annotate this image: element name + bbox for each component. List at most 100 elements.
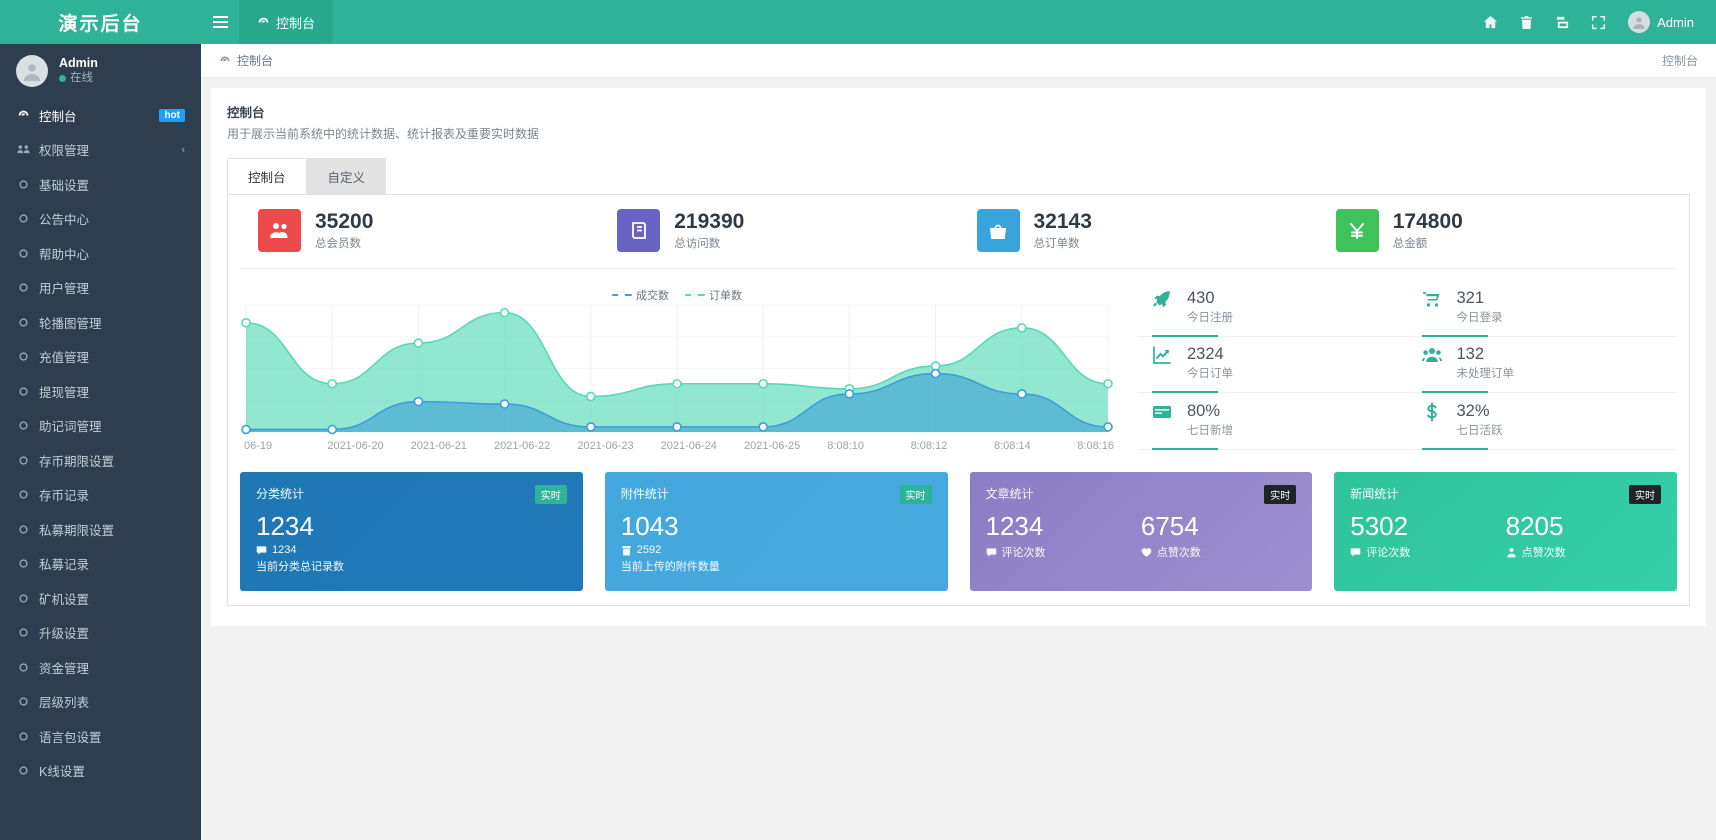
realtime-badge: 实时 — [535, 485, 567, 504]
sidebar-item-12[interactable]: 私募期限设置 — [0, 512, 201, 547]
chart-legend: 成交数订单数 — [240, 287, 1114, 303]
hamburger-icon[interactable] — [201, 0, 239, 44]
sidebar-item-8[interactable]: 提现管理 — [0, 374, 201, 409]
stat-label: 总会员数 — [315, 235, 373, 251]
sidebar-item-18[interactable]: 语言包设置 — [0, 719, 201, 754]
sidebar-item-4[interactable]: 帮助中心 — [0, 236, 201, 271]
users-icon — [258, 209, 301, 252]
tile-values: 10432592当前上传的附件数量 — [621, 508, 932, 574]
ring-icon — [16, 490, 30, 499]
page-description: 用于展示当前系统中的统计数据、统计报表及重要实时数据 — [227, 125, 1690, 142]
tile-subtext: 点赞次数 — [1141, 544, 1296, 560]
sidebar-item-2[interactable]: 基础设置 — [0, 167, 201, 202]
sidebar-item-5[interactable]: 用户管理 — [0, 271, 201, 306]
trend-area-chart[interactable]: 成交数订单数 — [240, 283, 1114, 438]
home-icon[interactable] — [1472, 0, 1508, 44]
dashboard-panel: 控制台 用于展示当前系统中的统计数据、统计报表及重要实时数据 控制台自定义 35… — [211, 88, 1706, 626]
breadcrumb-right-text: 控制台 — [1662, 52, 1698, 69]
tile-values: 12341234当前分类总记录数 — [256, 508, 567, 574]
group-icon — [16, 143, 30, 156]
sidebar-item-9[interactable]: 助记词管理 — [0, 409, 201, 444]
x-tick-label: 2021-06-25 — [744, 440, 827, 452]
sidebar-item-17[interactable]: 层级列表 — [0, 685, 201, 720]
theme-icon[interactable] — [1544, 0, 1580, 44]
bottom-cards-row: 分类统计 实时 12341234当前分类总记录数附件统计实时10432592当前上传… — [240, 472, 1677, 591]
fullscreen-icon[interactable] — [1580, 0, 1616, 44]
stat-tile-2[interactable]: 文章统计实时1234评论次数6754点赞次数 — [970, 472, 1313, 591]
app-logo[interactable]: 演示后台 — [0, 0, 201, 44]
page-title: 控制台 — [227, 102, 1690, 121]
tab-1[interactable]: 自定义 — [307, 158, 387, 194]
tile-sub-label: 评论次数 — [1366, 544, 1410, 560]
ring-icon — [16, 594, 30, 603]
sidebar-item-11[interactable]: 存币记录 — [0, 478, 201, 513]
ring-icon — [16, 249, 30, 258]
sidebar-item-0[interactable]: 控制台hot — [0, 98, 201, 133]
stat-cards-row: 35200总会员数219390总访问数32143总订单数174800总金额 — [240, 209, 1677, 269]
trash-icon[interactable] — [1508, 0, 1544, 44]
top-tab-dashboard[interactable]: 控制台 — [239, 0, 333, 44]
tile-column-0: 12341234当前分类总记录数 — [256, 508, 567, 574]
sidebar-user-name: Admin — [59, 56, 98, 71]
sidebar-item-3[interactable]: 公告中心 — [0, 202, 201, 237]
breadcrumb: 控制台 控制台 — [201, 44, 1716, 78]
kpi-label: 未处理订单 — [1457, 365, 1515, 381]
top-bar: 演示后台 控制台 Admin — [0, 0, 1716, 44]
sidebar-item-1[interactable]: 权限管理 ‹ — [0, 133, 201, 168]
tab-0[interactable]: 控制台 — [227, 158, 307, 194]
sidebar-item-16[interactable]: 资金管理 — [0, 650, 201, 685]
legend-item-1[interactable]: 订单数 — [685, 287, 742, 303]
breadcrumb-text[interactable]: 控制台 — [237, 52, 273, 69]
stat-card-1: 219390总访问数 — [599, 209, 958, 252]
tile-subtext: 1234 — [256, 544, 567, 556]
sidebar-item-10[interactable]: 存币期限设置 — [0, 443, 201, 478]
sidebar-item-19[interactable]: K线设置 — [0, 754, 201, 789]
x-tick-label: 8:08:14 — [994, 440, 1077, 452]
sidebar-item-13[interactable]: 私募记录 — [0, 547, 201, 582]
tile-title: 文章统计 — [986, 485, 1034, 502]
sidebar-item-label: 充值管理 — [39, 347, 185, 366]
ring-icon — [16, 283, 30, 292]
ring-icon — [16, 180, 30, 189]
top-tab-label: 控制台 — [276, 13, 315, 32]
tile-sub-label: 2592 — [637, 544, 661, 556]
stat-card-0: 35200总会员数 — [240, 209, 599, 252]
sidebar-item-label: 基础设置 — [39, 175, 185, 194]
stat-tile-1[interactable]: 附件统计实时10432592当前上传的附件数量 — [605, 472, 948, 591]
sidebar-item-label: 权限管理 — [39, 140, 172, 159]
tile-header: 新闻统计实时 — [1350, 485, 1661, 504]
rocket-icon — [1152, 289, 1176, 309]
ring-icon — [16, 214, 30, 223]
tile-value: 6754 — [1141, 508, 1296, 544]
sidebar-item-label: 存币期限设置 — [39, 451, 185, 470]
sidebar-user-block[interactable]: Admin 在线 — [0, 44, 201, 98]
legend-item-0[interactable]: 成交数 — [612, 287, 669, 303]
sidebar-item-label: 资金管理 — [39, 658, 185, 677]
topbar-user[interactable]: Admin — [1616, 11, 1702, 33]
stat-label: 总访问数 — [674, 235, 744, 251]
comment-icon — [256, 545, 267, 556]
sidebar-user-status: 在线 — [59, 71, 98, 86]
legend-label: 成交数 — [636, 287, 669, 303]
kpi-label: 今日注册 — [1187, 309, 1233, 325]
sidebar-item-6[interactable]: 轮播图管理 — [0, 305, 201, 340]
stat-tile-3[interactable]: 新闻统计实时5302评论次数8205点赞次数 — [1334, 472, 1677, 591]
person-icon — [1506, 547, 1517, 558]
tile-value: 5302 — [1350, 508, 1505, 544]
comment-icon — [986, 547, 997, 558]
stat-tile-0[interactable]: 分类统计 实时 12341234当前分类总记录数 — [240, 472, 583, 591]
sidebar-item-14[interactable]: 矿机设置 — [0, 581, 201, 616]
sidebar-item-7[interactable]: 充值管理 — [0, 340, 201, 375]
chevron-left-icon: ‹ — [181, 144, 185, 156]
sidebar-item-15[interactable]: 升级设置 — [0, 616, 201, 651]
tile-sub-label: 评论次数 — [1002, 544, 1046, 560]
panel-tab-body: 35200总会员数219390总访问数32143总订单数174800总金额 成交… — [227, 194, 1690, 606]
kpi-value: 321 — [1457, 289, 1503, 308]
topbar-spacer — [333, 0, 1472, 44]
chart-canvas — [240, 283, 1114, 438]
legend-marker-icon — [612, 294, 632, 296]
tile-column-0: 10432592当前上传的附件数量 — [621, 508, 932, 574]
tile-title: 分类统计 — [256, 485, 304, 502]
kpi-item-2: 2324今日订单 — [1138, 339, 1408, 393]
sidebar-item-label: 提现管理 — [39, 382, 185, 401]
